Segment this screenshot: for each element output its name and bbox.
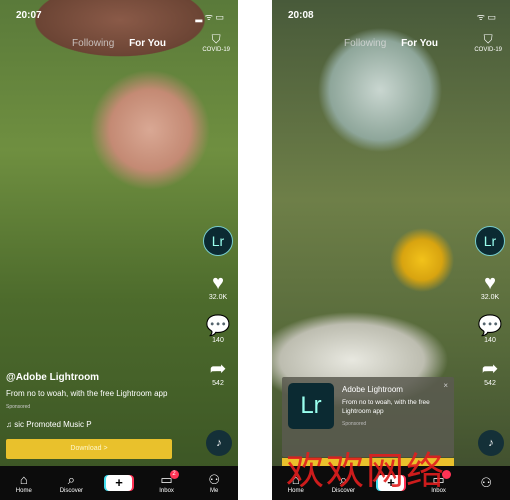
music-disc-icon[interactable]: ♪ [206,430,232,456]
covid-button[interactable]: ⛉ COVID-19 [474,32,502,53]
covid-label: COVID-19 [202,47,230,53]
music-disc-icon[interactable]: ♪ [478,430,504,456]
status-time: 20:07 [16,10,42,21]
status-icons: ᯤ ▭ [476,12,496,22]
inbox-icon: ▭ [160,472,173,487]
comment-icon[interactable]: 💬 [202,315,234,337]
close-icon[interactable]: × [443,381,448,390]
username[interactable]: @Adobe Lightroom [6,372,186,384]
nav-label: Me [210,488,219,494]
nav-label: Home [15,488,32,494]
ad-text: From no to woah, with the free Lightroom… [342,399,430,415]
create-button[interactable]: + [99,475,139,491]
sponsored-label: Sponsored [6,404,31,410]
inbox-badge: 2 [169,470,179,479]
action-rail: Lr ♥ 32.0K 💬 140 ➦ 542 [474,226,506,401]
caption: @Adobe Lightroom From no to woah, with t… [6,372,186,413]
share-icon[interactable]: ➦ [202,358,234,380]
avatar[interactable]: Lr [475,226,505,256]
caption-text: From no to woah, with the free Lightroom… [6,389,168,398]
covid-label: COVID-19 [474,47,502,53]
comment-icon[interactable]: 💬 [474,315,506,337]
like-count: 32.0K [480,294,500,301]
status-icons: ▂ ᯤ ▭ [195,12,224,22]
avatar[interactable]: Lr [203,226,233,256]
sponsored-label: Sponsored [342,421,367,427]
heart-icon[interactable]: ♥ [474,272,506,294]
search-icon: ⌕ [67,472,76,487]
bottom-nav: ⌂ Home ⌕ Discover + ▭ 2 Inbox ⚇ Me [0,466,238,500]
action-rail: Lr ♥ 32.0K 💬 140 ➦ 542 [202,226,234,401]
share-icon[interactable]: ➦ [474,358,506,380]
nav-inbox[interactable]: ▭ 2 Inbox [147,470,187,494]
share-count: 542 [212,380,224,387]
nav-me[interactable]: ⚇ [466,475,506,491]
person-icon: ⚇ [208,472,220,487]
tab-for-you[interactable]: For You [129,38,166,49]
music-ticker[interactable]: ♫ sic Promoted Music P [6,420,92,429]
comment-count: 140 [212,337,224,344]
comment-count: 140 [484,337,496,344]
lightroom-logo: Lr [288,383,334,429]
nav-label: Discover [59,488,84,494]
shield-icon: ⛉ [483,32,493,46]
nav-home[interactable]: ⌂ Home [4,472,44,494]
tab-for-you[interactable]: For You [401,38,438,49]
tab-following[interactable]: Following [72,38,114,49]
share-count: 542 [484,380,496,387]
person-icon: ⚇ [480,475,492,490]
watermark: 欢欢网络 [286,449,447,493]
covid-button[interactable]: ⛉ COVID-19 [202,32,230,53]
phone-screen-left: 20:07 ▂ ᯤ ▭ Following For You ⛉ COVID-19 … [0,0,238,500]
nav-discover[interactable]: ⌕ Discover [51,472,91,494]
ad-title: Adobe Lightroom [342,385,403,394]
home-icon: ⌂ [19,472,28,487]
shield-icon: ⛉ [211,32,221,46]
plus-icon: + [105,475,132,491]
heart-icon[interactable]: ♥ [202,272,234,294]
status-time: 20:08 [288,10,314,21]
like-count: 32.0K [208,294,228,301]
phone-screen-right: 20:08 ᯤ ▭ Following For You ⛉ COVID-19 Lr… [272,0,510,500]
nav-me[interactable]: ⚇ Me [194,472,234,494]
nav-label: Inbox [159,488,174,494]
tab-following[interactable]: Following [344,38,386,49]
download-button[interactable]: Download > [6,439,172,459]
